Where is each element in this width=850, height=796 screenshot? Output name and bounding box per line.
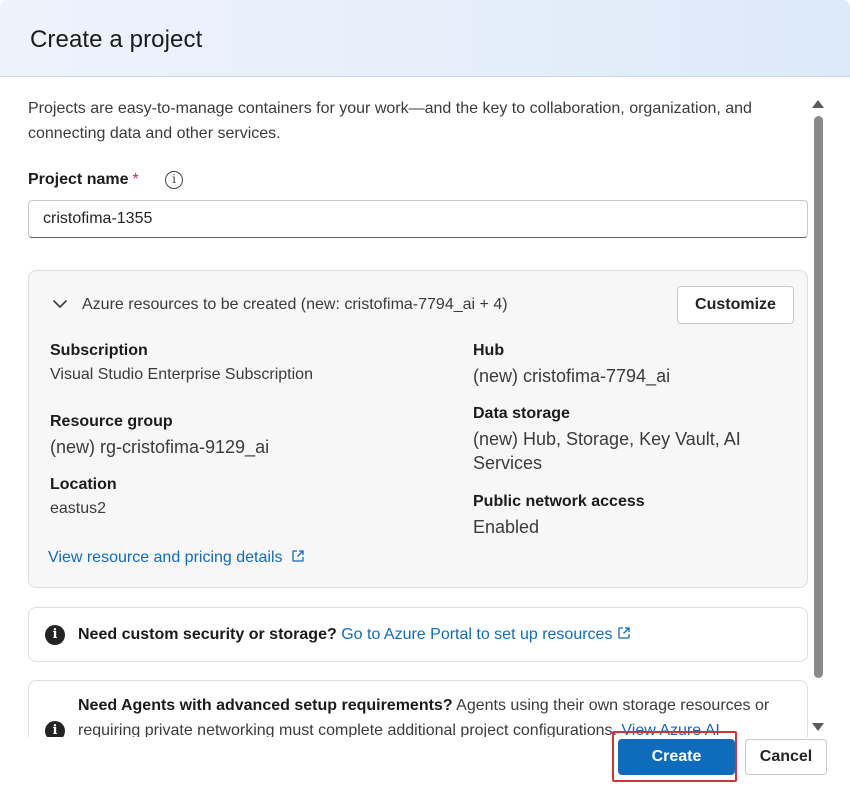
view-azure-ai-link[interactable]: View Azure AI (621, 722, 719, 737)
info-icon: i (45, 625, 65, 645)
pricing-details-link[interactable]: View resource and pricing details (48, 549, 305, 567)
public-network-value: Enabled (473, 517, 540, 537)
location-value: eastus2 (50, 500, 107, 517)
scrollbar-thumb[interactable] (814, 116, 823, 678)
resource-group-label: Resource group (50, 413, 173, 430)
location-label: Location (50, 476, 117, 493)
data-storage-group: Data storage (new) Hub, Storage, Key Vau… (473, 404, 773, 475)
customize-button[interactable]: Customize (677, 286, 794, 324)
data-storage-label: Data storage (473, 405, 570, 422)
info-icon: i (45, 721, 65, 737)
agents-notice-text: Need Agents with advanced setup requirem… (78, 693, 800, 737)
intro-text: Projects are easy-to-manage containers f… (28, 100, 752, 142)
security-notice: i Need custom security or storage? Go to… (28, 607, 808, 662)
create-button[interactable]: Create (618, 739, 735, 775)
required-marker: * (132, 171, 139, 188)
info-icon[interactable]: i (165, 171, 183, 189)
cancel-button[interactable]: Cancel (745, 739, 827, 775)
dialog-header: Create a project (0, 0, 850, 77)
hub-label: Hub (473, 342, 505, 359)
azure-resources-card: Azure resources to be created (new: cris… (28, 270, 808, 588)
location-group: Location eastus2 (50, 475, 117, 520)
resource-group-group: Resource group (new) rg-cristofima-9129_… (50, 412, 269, 459)
pricing-details-link-text: View resource and pricing details (48, 549, 283, 566)
scroll-up-arrow-icon[interactable] (812, 100, 824, 108)
azure-portal-link-text: Go to Azure Portal to set up resources (341, 626, 613, 643)
chevron-down-icon[interactable] (51, 295, 69, 313)
dialog-footer: Create Cancel (0, 737, 850, 796)
dialog-body[interactable]: Projects are easy-to-manage containers f… (0, 77, 850, 737)
subscription-value: Visual Studio Enterprise Subscription (50, 366, 313, 383)
public-network-group: Public network access Enabled (473, 492, 645, 539)
azure-portal-link[interactable]: Go to Azure Portal to set up resources (341, 626, 631, 643)
external-link-icon (618, 627, 631, 639)
security-notice-text: Need custom security or storage? Go to A… (78, 622, 631, 647)
project-name-label-text: Project name (28, 171, 129, 188)
project-name-input[interactable] (28, 200, 808, 238)
project-name-label: Project name * (28, 171, 139, 189)
agents-notice-bold: Need Agents with advanced setup requirem… (78, 697, 453, 714)
public-network-label: Public network access (473, 493, 645, 510)
agents-notice: i Need Agents with advanced setup requir… (28, 680, 808, 737)
subscription-label: Subscription (50, 342, 148, 359)
hub-value: (new) cristofima-7794_ai (473, 366, 671, 386)
security-notice-bold: Need custom security or storage? (78, 626, 337, 643)
scroll-down-arrow-icon[interactable] (812, 723, 824, 731)
subscription-group: Subscription Visual Studio Enterprise Su… (50, 341, 313, 386)
dialog-title: Create a project (30, 26, 203, 53)
data-storage-value: (new) Hub, Storage, Key Vault, AI Servic… (473, 429, 741, 473)
external-link-icon (291, 550, 304, 562)
resource-group-value: (new) rg-cristofima-9129_ai (50, 437, 270, 457)
hub-group: Hub (new) cristofima-7794_ai (473, 341, 670, 388)
resources-title[interactable]: Azure resources to be created (new: cris… (82, 296, 508, 314)
create-project-dialog: Create a project Projects are easy-to-ma… (0, 0, 850, 796)
